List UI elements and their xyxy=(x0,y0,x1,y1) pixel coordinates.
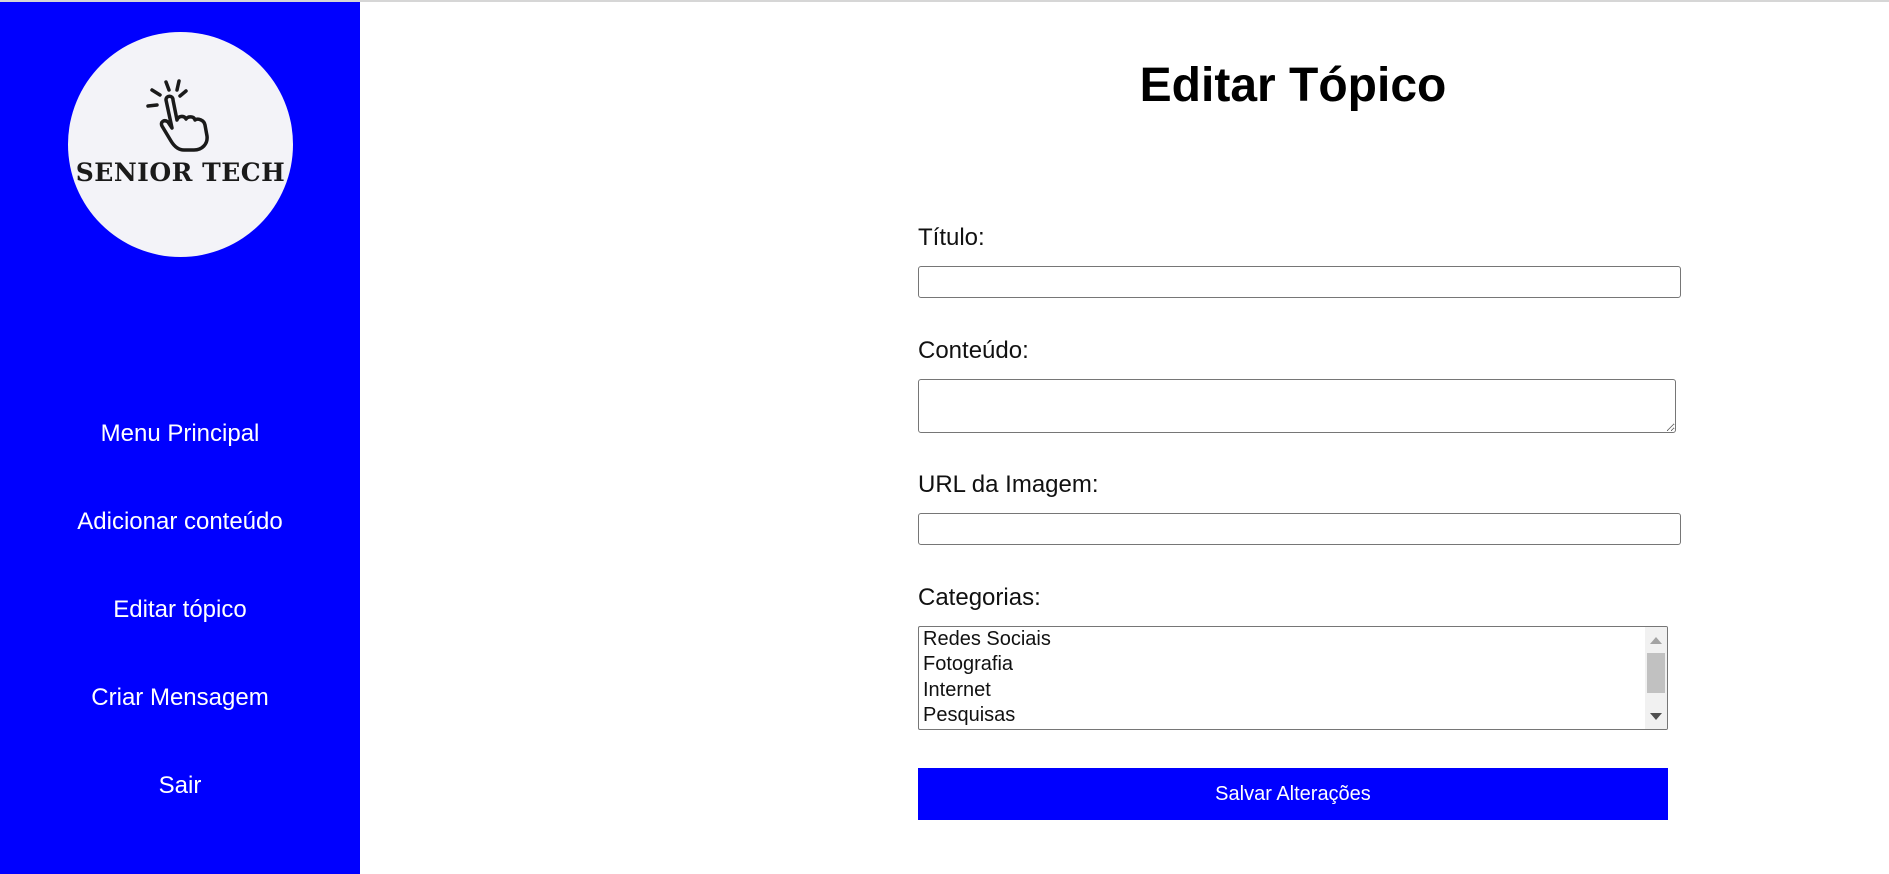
sidebar-item-adicionar-conteudo[interactable]: Adicionar conteúdo xyxy=(0,508,360,536)
sidebar: SENIOR TECH Menu Principal Adicionar con… xyxy=(0,2,360,874)
categoria-option[interactable]: Pesquisas xyxy=(923,704,1015,727)
url-imagem-label: URL da Imagem: xyxy=(918,471,1099,498)
page-title: Editar Tópico xyxy=(1139,59,1447,112)
triangle-up-icon[interactable] xyxy=(1650,637,1662,644)
pointing-hand-icon xyxy=(146,79,209,152)
triangle-down-icon[interactable] xyxy=(1650,713,1662,720)
logo-text: SENIOR TECH xyxy=(75,158,286,187)
scroll-thumb[interactable] xyxy=(1647,653,1665,693)
categoria-option[interactable]: Fotografia xyxy=(923,653,1013,676)
sidebar-item-editar-topico[interactable]: Editar tópico xyxy=(0,596,360,624)
titulo-input[interactable] xyxy=(918,266,1681,298)
save-button[interactable]: Salvar Alterações xyxy=(918,768,1668,820)
titulo-label: Título: xyxy=(918,224,985,251)
categorias-scrollbar[interactable] xyxy=(1645,627,1667,729)
logo: SENIOR TECH xyxy=(68,32,293,257)
categoria-option[interactable]: Internet xyxy=(923,679,991,702)
sidebar-item-menu-principal[interactable]: Menu Principal xyxy=(0,420,360,448)
url-imagem-input[interactable] xyxy=(918,513,1681,545)
categorias-select[interactable]: Redes Sociais Fotografia Internet Pesqui… xyxy=(918,626,1668,730)
categorias-label: Categorias: xyxy=(918,584,1041,611)
categoria-option[interactable]: Redes Sociais xyxy=(923,628,1051,651)
sidebar-item-criar-mensagem[interactable]: Criar Mensagem xyxy=(0,684,360,712)
conteudo-textarea[interactable] xyxy=(918,379,1676,433)
conteudo-label: Conteúdo: xyxy=(918,337,1029,364)
sidebar-item-sair[interactable]: Sair xyxy=(0,772,360,800)
